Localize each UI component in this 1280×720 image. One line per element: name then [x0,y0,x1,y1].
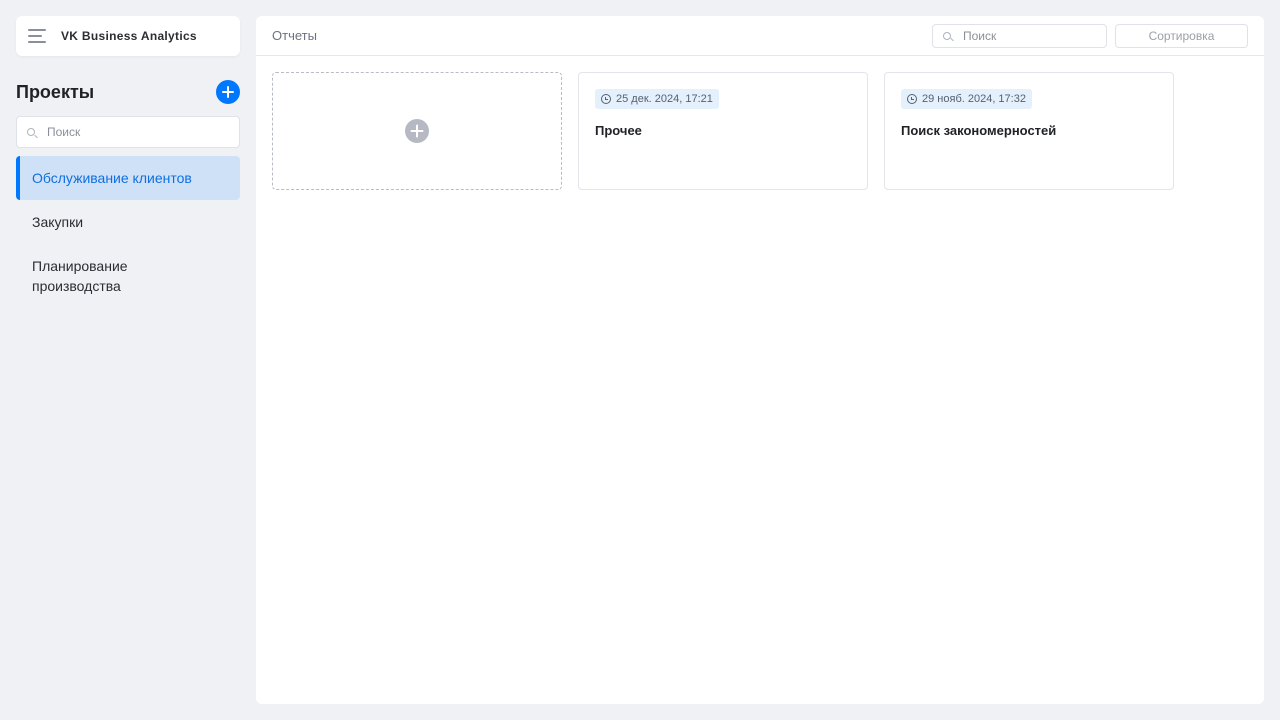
project-list: Обслуживание клиентов Закупки Планирован… [16,156,240,308]
report-search-input[interactable] [963,28,1096,43]
brand-bar: VK Business Analytics [16,16,240,56]
project-search-input[interactable] [47,125,229,139]
projects-header: Проекты [16,80,240,104]
page-title: Отчеты [272,28,317,43]
projects-title: Проекты [16,81,95,102]
report-title: Поиск закономерностей [901,123,1057,138]
report-card[interactable]: 25 дек. 2024, 17:21 Прочее [578,72,868,190]
report-search[interactable] [932,23,1107,48]
date-badge: 29 нояб. 2024, 17:32 [901,89,1032,109]
report-title: Прочее [595,123,642,138]
search-icon [943,31,951,40]
project-search[interactable] [16,116,240,148]
menu-icon[interactable] [28,29,46,43]
sidebar-item-customer-service[interactable]: Обслуживание клиентов [16,156,240,200]
report-card[interactable]: 29 нояб. 2024, 17:32 Поиск закономерност… [884,72,1174,190]
plus-icon [405,119,429,143]
report-date: 25 дек. 2024, 17:21 [616,93,713,105]
clock-icon [601,94,611,104]
reports-panel: Отчеты Сортировка 25 дек. 2024, 17:21 Пр… [256,16,1264,704]
sidebar: VK Business Analytics Проекты Обслуживан… [16,16,240,308]
add-project-button[interactable] [216,80,240,104]
sidebar-item-procurement[interactable]: Закупки [16,200,240,244]
report-cards: 25 дек. 2024, 17:21 Прочее 29 нояб. 2024… [256,56,1264,206]
add-report-card[interactable] [272,72,562,190]
reports-header: Отчеты Сортировка [256,16,1264,56]
search-icon [27,128,35,136]
date-badge: 25 дек. 2024, 17:21 [595,89,719,109]
report-date: 29 нояб. 2024, 17:32 [922,93,1026,105]
sidebar-item-production-planning[interactable]: Планирование производства [16,244,240,308]
sort-button[interactable]: Сортировка [1115,23,1248,48]
clock-icon [907,94,917,104]
brand-name: VK Business Analytics [61,29,197,43]
